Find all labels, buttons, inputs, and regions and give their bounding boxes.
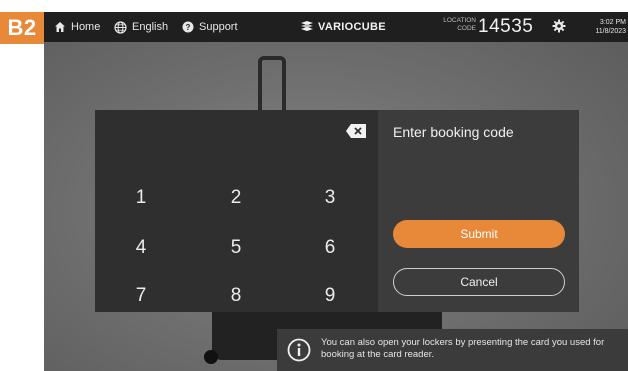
info-text: You can also open your lockers by presen…	[321, 337, 605, 360]
key-8[interactable]: 8	[206, 278, 266, 314]
home-icon	[54, 21, 66, 33]
panel-title: Enter booking code	[393, 124, 514, 140]
key-7[interactable]: 7	[111, 278, 171, 314]
brand-logo: VARIOCUBE	[300, 12, 386, 42]
page: B2 Home English ? Support VARIOCUBE LOCA…	[0, 0, 628, 371]
location-code-label: LOCATION CODE	[436, 17, 476, 33]
help-icon: ?	[182, 21, 194, 33]
info-bar: You can also open your lockers by presen…	[277, 329, 628, 371]
key-5[interactable]: 5	[206, 230, 266, 266]
step-badge: B2	[0, 12, 44, 44]
cancel-button[interactable]: Cancel	[393, 268, 565, 296]
location-code: 14535	[478, 16, 534, 37]
backspace-icon	[346, 124, 366, 142]
top-bar: Home English ? Support VARIOCUBE LOCATIO…	[44, 12, 628, 42]
booking-code-panel: Enter booking code Submit Cancel	[378, 110, 579, 312]
key-9[interactable]: 9	[300, 278, 360, 314]
clock-date: 11/8/2023	[595, 28, 626, 35]
svg-text:?: ?	[186, 23, 191, 32]
home-label: Home	[71, 21, 101, 33]
key-6[interactable]: 6	[300, 230, 360, 266]
language-button[interactable]: English	[114, 12, 168, 42]
support-button[interactable]: ? Support	[182, 12, 238, 42]
globe-icon	[114, 20, 127, 34]
language-label: English	[132, 21, 169, 33]
key-4[interactable]: 4	[111, 230, 171, 266]
submit-button[interactable]: Submit	[393, 220, 565, 248]
location-label-line-2: CODE	[457, 25, 476, 32]
variocube-logo-icon	[300, 20, 314, 35]
key-2[interactable]: 2	[206, 180, 266, 216]
key-1[interactable]: 1	[111, 180, 171, 216]
support-label: Support	[199, 21, 238, 33]
suitcase-wheel	[204, 350, 218, 364]
brand-name: VARIOCUBE	[318, 21, 386, 33]
home-button[interactable]: Home	[54, 12, 100, 42]
settings-button[interactable]	[552, 19, 566, 36]
clock-time: 3:02 PM	[599, 19, 626, 26]
info-icon	[287, 338, 311, 367]
numeric-keypad: 1 2 3 4 5 6 7 8 9	[95, 110, 378, 312]
gear-icon	[552, 19, 566, 36]
key-3[interactable]: 3	[300, 180, 360, 216]
kiosk-screen: Home English ? Support VARIOCUBE LOCATIO…	[44, 12, 628, 371]
clock: 3:02 PM 11/8/2023	[588, 18, 626, 36]
location-label-line-1: LOCATION	[443, 17, 476, 24]
backspace-button[interactable]	[346, 124, 366, 138]
